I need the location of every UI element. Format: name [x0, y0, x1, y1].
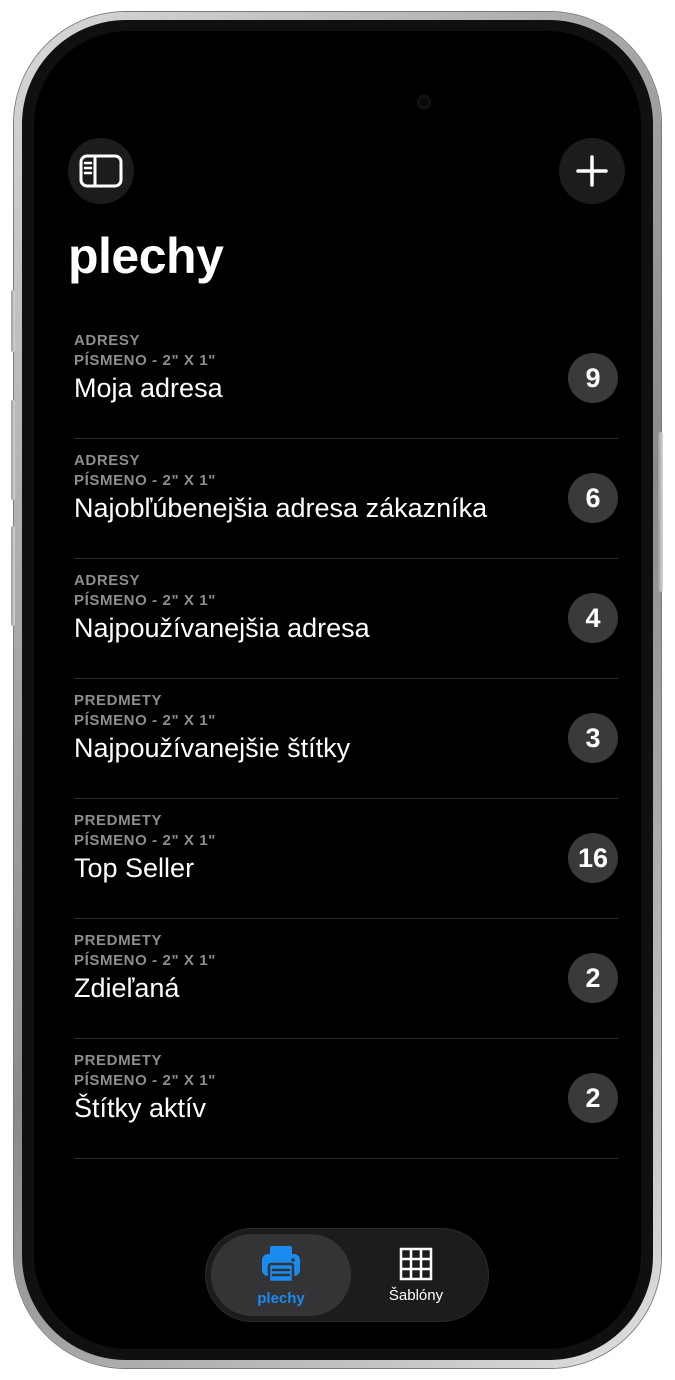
list-item-category: PREDMETY: [74, 1052, 163, 1069]
list-item-name: Najpoužívanejšia adresa: [74, 613, 370, 643]
sidebar-button[interactable]: [68, 138, 134, 204]
tab-label: Šablóny: [388, 1286, 444, 1304]
list-item-size: PÍSMENO - 2" X 1": [74, 592, 216, 609]
phone-frame: plechy ADRESY PÍSMENO - 2" X 1" Moja adr…: [11, 12, 663, 1368]
list-item-name: Štítky aktív: [74, 1093, 207, 1123]
tab-bar: plechy Šablóny: [206, 1229, 488, 1321]
page-title: plechy: [68, 228, 224, 284]
tab-sablony[interactable]: Šablóny: [346, 1234, 486, 1316]
grid-icon: [399, 1247, 433, 1280]
volume-down-button: [11, 526, 15, 626]
screen: plechy ADRESY PÍSMENO - 2" X 1" Moja adr…: [34, 31, 641, 1349]
list-item[interactable]: PREDMETY PÍSMENO - 2" X 1" Najpoužívanej…: [74, 679, 618, 799]
list-item[interactable]: PREDMETY PÍSMENO - 2" X 1" Zdieľaná 2: [74, 919, 618, 1039]
printer-icon: [262, 1245, 300, 1283]
list-item[interactable]: PREDMETY PÍSMENO - 2" X 1" Top Seller 16: [74, 799, 618, 919]
list-item-size: PÍSMENO - 2" X 1": [74, 832, 216, 849]
list-item[interactable]: ADRESY PÍSMENO - 2" X 1" Najobľúbenejšia…: [74, 439, 618, 559]
tab-plechy[interactable]: plechy: [211, 1234, 351, 1316]
action-button: [11, 290, 15, 352]
add-button[interactable]: [559, 138, 625, 204]
bezel: plechy ADRESY PÍSMENO - 2" X 1" Moja adr…: [22, 20, 653, 1360]
list-item-size: PÍSMENO - 2" X 1": [74, 352, 216, 369]
list-item[interactable]: PREDMETY PÍSMENO - 2" X 1" Štítky aktív …: [74, 1039, 618, 1159]
sidebar-icon: [79, 154, 123, 188]
plus-icon: [576, 155, 608, 187]
list-item[interactable]: ADRESY PÍSMENO - 2" X 1" Moja adresa 9: [74, 319, 618, 439]
count-badge: 2: [568, 953, 618, 1003]
count-badge: 3: [568, 713, 618, 763]
count-badge: 4: [568, 593, 618, 643]
list-item-category: PREDMETY: [74, 812, 163, 829]
count-badge: 6: [568, 473, 618, 523]
count-badge: 9: [568, 353, 618, 403]
list-item-category: PREDMETY: [74, 932, 163, 949]
list-item-name: Top Seller: [74, 853, 195, 883]
list-item-name: Najpoužívanejšie štítky: [74, 733, 351, 763]
list-item-category: ADRESY: [74, 452, 141, 469]
list-item-size: PÍSMENO - 2" X 1": [74, 952, 216, 969]
count-badge: 2: [568, 1073, 618, 1123]
list-item-category: ADRESY: [74, 572, 141, 589]
front-camera: [417, 95, 431, 109]
count-badge: 16: [568, 833, 618, 883]
list-item-size: PÍSMENO - 2" X 1": [74, 712, 216, 729]
list-item-size: PÍSMENO - 2" X 1": [74, 472, 216, 489]
list-item-name: Najobľúbenejšia adresa zákazníka: [74, 493, 488, 523]
list-item[interactable]: ADRESY PÍSMENO - 2" X 1" Najpoužívanejši…: [74, 559, 618, 679]
list-item-category: PREDMETY: [74, 692, 163, 709]
list-item-category: ADRESY: [74, 332, 141, 349]
tab-label: plechy: [257, 1289, 305, 1307]
list-item-name: Moja adresa: [74, 373, 223, 403]
volume-up-button: [11, 400, 15, 500]
list-item-name: Zdieľaná: [74, 973, 180, 1003]
power-button: [658, 432, 663, 592]
list-item-size: PÍSMENO - 2" X 1": [74, 1072, 216, 1089]
sheet-list: ADRESY PÍSMENO - 2" X 1" Moja adresa 9 A…: [74, 319, 618, 1159]
